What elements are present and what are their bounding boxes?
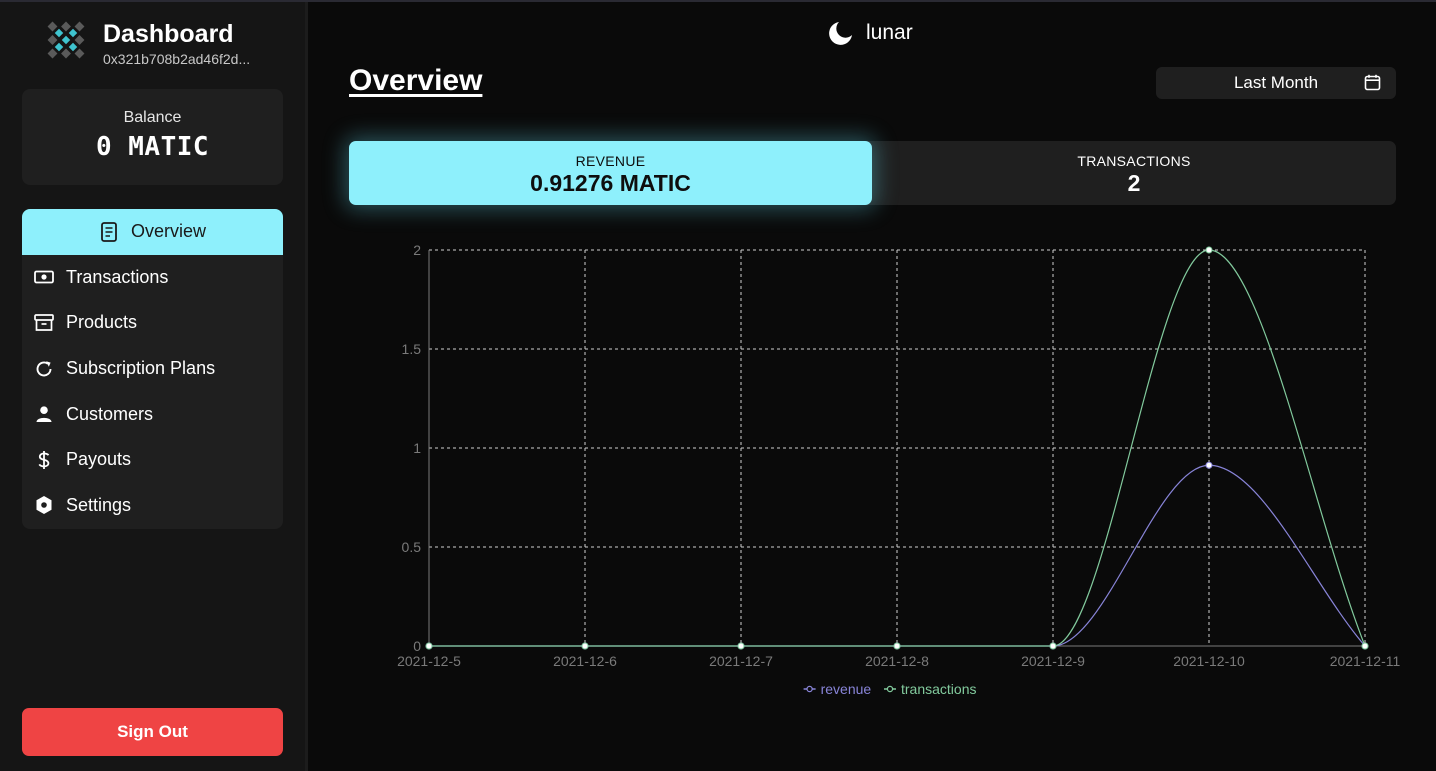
moon-icon: [829, 22, 852, 45]
lunar-brand: lunar: [828, 20, 913, 46]
date-range-select[interactable]: Last Month: [1156, 67, 1396, 99]
brand-title: Dashboard: [103, 20, 234, 48]
y-tick-label: 0: [413, 638, 421, 654]
dollar-icon: [34, 450, 54, 470]
page-title: Overview: [349, 64, 483, 97]
x-tick-label: 2021-12-7: [709, 653, 773, 669]
sidebar-item-label: Transactions: [66, 266, 169, 287]
legend-label: revenue: [821, 681, 872, 697]
sidebar: Dashboard 0x321b708b2ad46f2d... Balance …: [0, 2, 308, 771]
y-tick-label: 2: [413, 242, 421, 258]
revenue-value: 0.91276 MATIC: [530, 170, 691, 196]
transactions-tab[interactable]: TRANSACTIONS 2: [872, 141, 1396, 205]
x-tick-label: 2021-12-11: [1330, 653, 1401, 669]
date-range-value: Last Month: [1233, 73, 1319, 92]
data-point-transactions: [581, 642, 589, 650]
legend-marker-dot: [806, 685, 813, 693]
user-icon: [34, 404, 54, 424]
sidebar-item-label: Products: [66, 312, 138, 333]
brand-text: Dashboard 0x321b708b2ad46f2d...: [103, 20, 303, 67]
overview-line-chart: 0 0.5 1 1.5 2 2021-12-5 2021-12-6 2021-12-7 2021…: [397, 242, 1401, 697]
cash-icon: [34, 267, 54, 287]
legend-label: transactions: [901, 681, 976, 697]
sidebar-item-label: Settings: [66, 494, 132, 515]
data-point-transactions: [1205, 246, 1213, 254]
calendar-icon: [1364, 74, 1381, 96]
y-tick-label: 1: [413, 440, 421, 456]
x-tick-label: 2021-12-5: [397, 653, 461, 669]
sidebar-item-payouts[interactable]: Payouts: [22, 437, 283, 483]
document-icon: [99, 221, 119, 242]
hexagon-settings-icon: [34, 495, 54, 515]
wallet-address: 0x321b708b2ad46f2d...: [103, 51, 251, 67]
legend-marker-dot: [886, 685, 894, 693]
data-point-transactions: [893, 642, 901, 650]
data-point-transactions: [1361, 642, 1369, 650]
sidebar-item-label: Payouts: [66, 449, 132, 470]
sidebar-item-settings[interactable]: Settings: [22, 483, 283, 529]
transactions-label: TRANSACTIONS: [1077, 153, 1191, 169]
data-point-transactions: [425, 642, 433, 650]
refresh-icon: [34, 359, 54, 379]
data-point-transactions: [1049, 642, 1057, 650]
x-tick-label: 2021-12-9: [1021, 653, 1085, 669]
revenue-tab[interactable]: REVENUE 0.91276 MATIC: [349, 141, 872, 205]
sidebar-item-label: Overview: [130, 221, 206, 242]
sidebar-item-subscription-plans[interactable]: Subscription Plans: [22, 346, 283, 392]
x-tick-label: 2021-12-6: [553, 653, 617, 669]
sidebar-item-overview[interactable]: Overview: [22, 209, 283, 255]
transactions-value: 2: [1127, 170, 1141, 196]
balance-card: Balance 0 MATIC: [22, 89, 283, 185]
revenue-label: REVENUE: [575, 153, 646, 169]
sidebar-item-customers[interactable]: Customers: [22, 391, 283, 437]
x-tick-label: 2021-12-10: [1173, 653, 1245, 669]
sidebar-item-label: Subscription Plans: [66, 358, 216, 379]
brand[interactable]: Dashboard 0x321b708b2ad46f2d...: [46, 20, 250, 67]
archive-box-icon: [34, 313, 54, 333]
dashboard-logo-icon: [47, 21, 85, 59]
stats-tabs: REVENUE 0.91276 MATIC TRANSACTIONS 2: [349, 141, 1396, 205]
sidebar-item-transactions[interactable]: Transactions: [22, 255, 283, 301]
y-tick-label: 0.5: [402, 539, 422, 555]
sidebar-item-label: Customers: [66, 403, 154, 424]
y-tick-label: 1.5: [402, 341, 422, 357]
x-tick-label: 2021-12-8: [865, 653, 929, 669]
data-point-transactions: [737, 642, 745, 650]
balance-value: 0 MATIC: [95, 132, 210, 162]
sign-out-button[interactable]: Sign Out: [22, 708, 283, 756]
sidebar-item-products[interactable]: Products: [22, 300, 283, 346]
lunar-brand-name: lunar: [866, 21, 913, 44]
sidebar-nav: Overview Transactions Products Subscript…: [22, 209, 283, 529]
balance-label: Balance: [123, 109, 182, 126]
data-point-revenue: [1205, 461, 1213, 469]
